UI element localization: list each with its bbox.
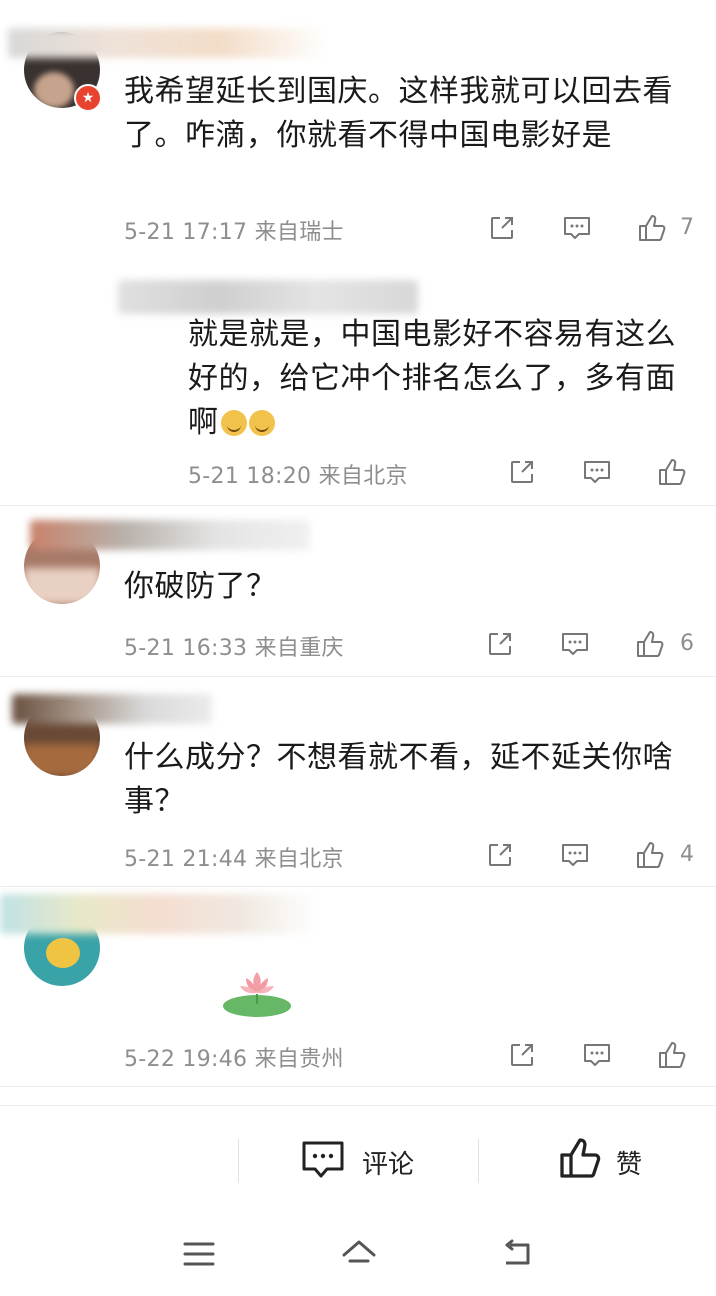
thumbs-up-icon [556,1134,604,1186]
comment-text: 就是就是，中国电影好不容易有这么好的，给它冲个排名怎么了，多有面啊 [188,313,678,445]
comment-icon[interactable] [560,841,590,869]
username-blurred [8,28,328,58]
comment-meta: 5-22 19:46 来自贵州 [124,1047,344,1072]
comment-icon[interactable] [582,458,612,486]
like-count: 6 [680,631,694,656]
comment-meta: 5-21 17:17 来自瑞士 [124,220,344,245]
bottom-action-bar: 评论 赞 [0,1105,716,1216]
username-blurred [0,894,320,934]
thumbs-up-icon[interactable] [634,839,666,871]
username-blurred [12,694,212,724]
comment-icon[interactable] [562,214,592,242]
like-count: 7 [680,215,694,240]
comment-meta: 5-21 18:20 来自北京 [188,464,408,489]
verified-badge-icon: ★ [74,84,102,112]
comment-text: 什么成分？不想看就不看，延不延关你啥事？ [124,740,673,819]
separator [478,1139,479,1183]
comment-icon [300,1138,346,1186]
comment-label: 评论 [362,1150,415,1180]
share-icon[interactable] [486,630,514,658]
divider [0,676,716,677]
comment-meta: 5-21 16:33 来自重庆 [124,636,344,661]
username-blurred [30,520,310,550]
divider [0,505,716,506]
share-icon[interactable] [508,1041,536,1069]
back-icon[interactable] [500,1237,536,1275]
doge-emoji-icon [248,410,275,436]
thumbs-up-icon[interactable] [636,212,668,244]
comment-meta: 5-21 21:44 来自北京 [124,847,344,872]
home-icon[interactable] [340,1237,378,1275]
separator [238,1139,239,1183]
reply-username-blurred [118,280,418,314]
thumbs-up-icon[interactable] [656,456,688,488]
thumbs-up-icon[interactable] [634,628,666,660]
lotus-sticker-icon [220,960,294,1020]
comment-text: 我希望延长到国庆。这样我就可以回去看了。咋滴，你就看不得中国电影好是 [124,74,673,153]
comment-icon[interactable] [582,1041,612,1069]
share-icon[interactable] [508,458,536,486]
menu-icon[interactable] [182,1239,216,1273]
thumbs-up-icon[interactable] [656,1039,688,1071]
divider [0,886,716,887]
like-count: 4 [680,842,694,867]
comment-icon[interactable] [560,630,590,658]
share-icon[interactable] [488,214,516,242]
share-icon[interactable] [486,841,514,869]
like-button[interactable]: 赞 [556,1134,666,1188]
system-navigation-bar [0,1215,716,1296]
comment-button[interactable]: 评论 [300,1136,430,1186]
like-label: 赞 [616,1150,643,1180]
divider [0,1086,716,1087]
doge-emoji-icon [220,410,247,436]
comment-text: 你破防了？ [124,569,277,604]
